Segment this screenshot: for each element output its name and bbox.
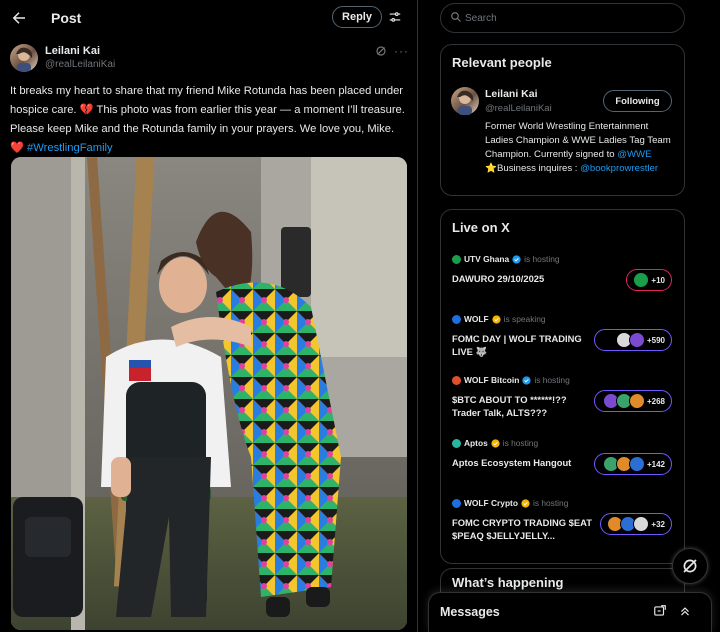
live-on-x-title: Live on X <box>452 220 510 235</box>
live-host-name: UTV Ghana <box>464 254 510 264</box>
verified-icon <box>522 375 531 385</box>
back-arrow-icon[interactable] <box>10 9 28 27</box>
hashtag-link[interactable]: #WrestlingFamily <box>27 142 113 154</box>
live-participants-pill[interactable]: +32 <box>600 513 672 535</box>
author-name[interactable]: Leilani Kai <box>45 45 100 57</box>
messages-title[interactable]: Messages <box>440 605 500 619</box>
live-host-status: is speaking <box>503 314 546 324</box>
live-participants-pill[interactable]: +10 <box>626 269 672 291</box>
live-participant-count: +32 <box>651 519 665 529</box>
relevant-person-name[interactable]: Leilani Kai <box>485 88 538 100</box>
live-host-row: WOLF is speaking <box>452 313 546 325</box>
host-avatar-icon <box>452 254 461 264</box>
participant-avatar <box>628 393 645 409</box>
grok-icon[interactable] <box>375 45 387 57</box>
compose-message-icon[interactable] <box>653 604 667 618</box>
verified-icon <box>492 314 501 324</box>
broken-heart-emoji: 💔 <box>79 104 94 116</box>
live-participant-count: +142 <box>646 459 665 469</box>
bio-text-part2: Business inquires : <box>496 163 581 174</box>
grok-fab-icon <box>683 559 697 573</box>
live-host-status: is hosting <box>534 375 570 385</box>
collapse-icon[interactable] <box>678 604 692 618</box>
participant-avatar <box>633 516 650 532</box>
live-item[interactable]: WOLF Crypto is hosting FOMC CRYPTO TRADING… <box>440 497 685 555</box>
participant-avatar <box>628 456 645 472</box>
relevant-people-title: Relevant people <box>452 55 552 70</box>
live-host-name: WOLF Bitcoin <box>464 375 520 385</box>
live-host-name: WOLF Crypto <box>464 498 518 508</box>
verified-icon <box>491 438 500 448</box>
host-avatar-icon <box>452 498 461 508</box>
reply-button[interactable]: Reply <box>332 6 382 28</box>
live-participant-count: +590 <box>646 335 665 345</box>
following-button[interactable]: Following <box>603 90 672 112</box>
live-host-status: is hosting <box>532 498 569 508</box>
post-photo[interactable] <box>11 157 407 630</box>
live-item[interactable]: Aptos is hosting Aptos Ecosystem Hangout +1… <box>440 437 685 495</box>
live-host-status: is hosting <box>502 438 539 448</box>
verified-icon <box>521 498 530 508</box>
search-icon <box>451 12 461 22</box>
host-avatar-icon <box>452 314 461 324</box>
participant-avatar <box>628 332 645 348</box>
relevant-person-handle[interactable]: @realLeilaniKai <box>485 103 552 114</box>
participant-avatar <box>633 272 650 288</box>
relevant-person-bio: Former World Wrestling Entertainment Lad… <box>485 120 675 176</box>
star-emoji: ⭐ <box>485 163 497 174</box>
heart-emoji: ❤️ <box>10 142 24 154</box>
author-avatar[interactable] <box>10 44 38 72</box>
live-participants-pill[interactable]: +142 <box>594 453 672 475</box>
live-item[interactable]: WOLF is speaking FOMC DAY | WOLF TRADING L… <box>440 313 685 371</box>
live-item[interactable]: WOLF Bitcoin is hosting $BTC ABOUT TO ****… <box>440 374 685 432</box>
live-host-row: WOLF Bitcoin is hosting <box>452 374 570 386</box>
relevant-person-avatar[interactable] <box>451 87 479 115</box>
post-text: It breaks my heart to share that my frie… <box>10 82 410 158</box>
live-participant-count: +10 <box>651 275 665 285</box>
live-title: FOMC DAY | WOLF TRADING LIVE 🐺 <box>452 333 582 357</box>
live-title: Aptos Ecosystem Hangout <box>452 457 572 468</box>
whats-happening-title: What’s happening <box>452 575 564 590</box>
live-title: DAWURO 29/10/2025 <box>452 273 545 284</box>
live-title: $BTC ABOUT TO ******!?? Trader Talk, ALT… <box>452 394 567 418</box>
live-host-status: is hosting <box>524 254 560 264</box>
search-input[interactable] <box>465 11 665 25</box>
live-title: FOMC CRYPTO TRADING $EAT $PEAQ $JELLYJEL… <box>452 517 592 541</box>
more-icon[interactable]: ··· <box>394 44 409 58</box>
author-handle[interactable]: @realLeilaniKai <box>45 59 115 70</box>
live-host-row: UTV Ghana is hosting <box>452 253 560 265</box>
live-host-row: WOLF Crypto is hosting <box>452 497 568 509</box>
verified-icon <box>512 254 521 264</box>
sliders-icon[interactable] <box>388 10 402 24</box>
live-participants-pill[interactable]: +268 <box>594 390 672 412</box>
live-participant-count: +268 <box>646 396 665 406</box>
bio-wwe-link[interactable]: @WWE <box>617 149 651 160</box>
live-participants-pill[interactable]: +590 <box>594 329 672 351</box>
live-host-name: WOLF <box>464 314 489 324</box>
grok-fab-button[interactable] <box>672 548 708 584</box>
host-avatar-icon <box>452 438 461 448</box>
post-header: Post Reply <box>0 0 418 36</box>
live-host-row: Aptos is hosting <box>452 437 538 449</box>
live-host-name: Aptos <box>464 438 488 448</box>
bio-bookprowrestler-link[interactable]: @bookprowrestler <box>580 163 658 174</box>
page-title: Post <box>51 10 82 26</box>
host-avatar-icon <box>452 375 461 385</box>
live-item[interactable]: UTV Ghana is hosting DAWURO 29/10/2025 +10 <box>440 253 685 311</box>
